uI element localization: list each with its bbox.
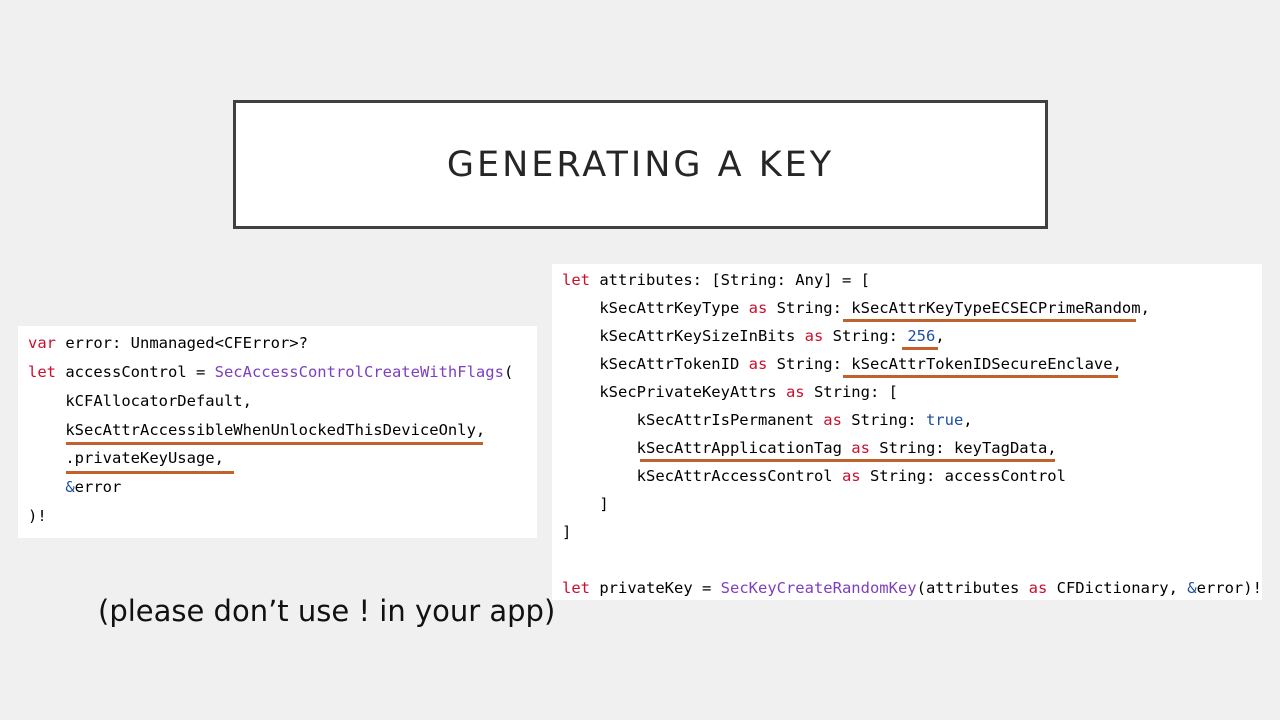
- code-text: kSecAttrAccessControl: [562, 467, 842, 485]
- code-line: kCFAllocatorDefault,: [28, 392, 252, 410]
- code-line: ]: [562, 495, 609, 513]
- code-text: String: accessControl: [860, 467, 1066, 485]
- left-code-panel: var error: Unmanaged<CFError>? let acces…: [18, 326, 537, 538]
- number-literal: 256: [907, 327, 936, 345]
- code-text: String: kSecAttrTokenIDSecureEnclave,: [767, 355, 1122, 373]
- keyword: as: [785, 383, 805, 401]
- keyword: as: [841, 467, 861, 485]
- keyword: let: [562, 271, 590, 289]
- right-code-panel: let attributes: [String: Any] = [ kSecAt…: [552, 264, 1262, 600]
- keyword: let: [28, 363, 56, 381]
- ampersand: &: [1187, 579, 1197, 597]
- highlight-underline: [843, 319, 1136, 322]
- code-text: kSecAttrIsPermanent: [562, 411, 824, 429]
- code-text: kSecAttrKeySizeInBits: [562, 327, 805, 345]
- code-line: kSecAttrTokenID as String: kSecAttrToken…: [562, 354, 1122, 374]
- code-text: String:: [841, 411, 926, 429]
- code-text: (attributes: [916, 579, 1029, 597]
- code-line: kSecAttrKeyType as String: kSecAttrKeyTy…: [562, 298, 1150, 318]
- keyword: as: [748, 299, 768, 317]
- keyword: as: [851, 439, 870, 457]
- highlight-underline: [640, 459, 1055, 462]
- code-text: String:: [823, 327, 908, 345]
- code-text: ,: [963, 411, 973, 429]
- code-text: accessControl =: [56, 363, 215, 381]
- keyword: as: [823, 411, 842, 429]
- code-line: kSecAttrApplicationTag as String: keyTag…: [562, 438, 1057, 458]
- code-text: String: keyTagData,: [869, 439, 1057, 457]
- code-line: ]: [562, 523, 572, 541]
- code-text: kSecPrivateKeyAttrs: [562, 383, 786, 401]
- slide-title-box: GENERATING A KEY: [233, 100, 1048, 229]
- code-line: kSecAttrIsPermanent as String: true,: [562, 410, 973, 430]
- code-text: kSecAttrKeyType: [562, 299, 749, 317]
- keyword: as: [748, 355, 768, 373]
- code-text: error: [74, 478, 122, 496]
- keyword: as: [804, 327, 824, 345]
- code-text: CFDictionary,: [1047, 579, 1188, 597]
- code-line: kSecAttrAccessibleWhenUnlockedThisDevice…: [28, 421, 486, 439]
- keyword: let: [562, 579, 590, 597]
- keyword: var: [28, 334, 56, 352]
- function-name: SecAccessControlCreateWithFlags: [214, 363, 504, 381]
- code-text: kSecAttrApplicationTag: [562, 439, 852, 457]
- code-line: let privateKey = SecKeyCreateRandomKey(a…: [562, 578, 1262, 598]
- code-text: ,: [935, 327, 945, 345]
- code-text: privateKey =: [590, 579, 721, 597]
- code-text: String: [: [804, 383, 898, 401]
- code-text: error: Unmanaged<CFError>?: [56, 334, 308, 352]
- code-line: )!: [28, 507, 47, 525]
- code-text: attributes: [String: Any] = [: [590, 271, 870, 289]
- highlight-underline: [843, 375, 1118, 378]
- code-text: error)!: [1196, 579, 1262, 597]
- function-name: SecKeyCreateRandomKey: [720, 579, 917, 597]
- slide-title: GENERATING A KEY: [446, 144, 835, 185]
- highlight-underline: [66, 471, 234, 474]
- code-line: &error: [28, 477, 121, 497]
- code-line: var error: Unmanaged<CFError>?: [28, 333, 308, 353]
- code-line: kSecAttrAccessControl as String: accessC…: [562, 466, 1066, 486]
- boolean-literal: true: [925, 411, 964, 429]
- code-line: kSecPrivateKeyAttrs as String: [: [562, 382, 898, 402]
- code-line: let attributes: [String: Any] = [: [562, 270, 870, 290]
- highlight-underline: [902, 347, 938, 350]
- keyword: as: [1028, 579, 1048, 597]
- highlight-underline: [66, 442, 483, 445]
- code-text: kSecAttrTokenID: [562, 355, 749, 373]
- code-line: .privateKeyUsage,: [28, 449, 224, 467]
- code-line: let accessControl = SecAccessControlCrea…: [28, 362, 513, 382]
- code-line: kSecAttrKeySizeInBits as String: 256,: [562, 326, 945, 346]
- ampersand: &: [65, 478, 75, 496]
- usage-note: (please don’t use ! in your app): [98, 594, 556, 628]
- code-text: (: [503, 363, 514, 381]
- code-text: String: kSecAttrKeyTypeECSECPrimeRandom,: [767, 299, 1150, 317]
